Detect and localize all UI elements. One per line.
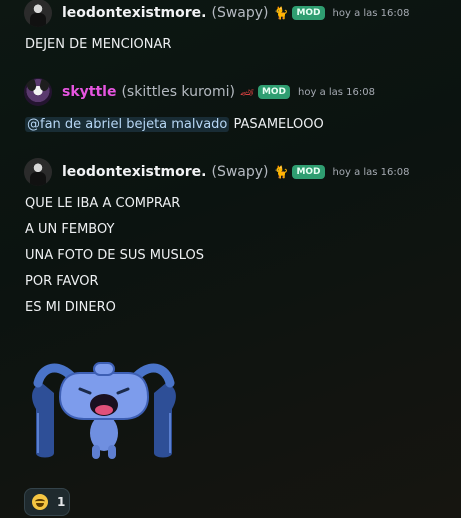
mod-badge: MOD <box>292 6 325 20</box>
message-text: DEJEN DE MENCIONAR <box>25 37 172 52</box>
avatar[interactable] <box>24 0 52 27</box>
username[interactable]: skyttle <box>62 84 116 100</box>
username[interactable]: leodontexistmore. <box>62 164 206 180</box>
message-body: PASAMELOOO <box>233 117 324 132</box>
avatar[interactable] <box>24 78 52 106</box>
user-mention[interactable]: @fan de abriel bejeta malvado <box>25 117 230 132</box>
message-header: leodontexistmore. (Swapy) 🐈 MOD hoy a la… <box>24 0 410 27</box>
cat-icon: 🐈 <box>273 6 289 20</box>
nickname[interactable]: (Swapy) <box>211 164 268 180</box>
timestamp[interactable]: hoy a las 16:08 <box>333 8 410 19</box>
username[interactable]: leodontexistmore. <box>62 5 206 21</box>
timestamp[interactable]: hoy a las 16:08 <box>298 87 375 98</box>
message-line: UNA FOTO DE SUS MUSLOS <box>25 248 205 263</box>
nickname[interactable]: (skittles kuromi) <box>121 84 235 100</box>
message-header: leodontexistmore. (Swapy) 🐈 MOD hoy a la… <box>24 158 410 186</box>
race-car-icon: 🏎 <box>239 85 254 99</box>
mod-badge: MOD <box>292 165 325 179</box>
message-text: @fan de abriel bejeta malvado PASAMELOOO <box>25 112 324 138</box>
message-line: A UN FEMBOY <box>25 222 115 237</box>
message-header: skyttle (skittles kuromi) 🏎 MOD hoy a la… <box>24 78 375 106</box>
mod-badge: MOD <box>257 85 291 99</box>
nickname[interactable]: (Swapy) <box>211 5 268 21</box>
grinning-face-icon <box>32 494 48 510</box>
timestamp[interactable]: hoy a las 16:08 <box>333 167 410 178</box>
reaction-count: 1 <box>57 495 66 509</box>
reaction-button[interactable]: 1 <box>24 488 70 516</box>
message-line: POR FAVOR <box>25 274 99 289</box>
cat-icon: 🐈 <box>273 165 289 179</box>
message-line: QUE LE IBA A COMPRAR <box>25 196 181 211</box>
avatar[interactable] <box>24 158 52 186</box>
crying-discord-mascot-sticker[interactable] <box>28 353 180 465</box>
message-line: ES MI DINERO <box>25 300 116 315</box>
